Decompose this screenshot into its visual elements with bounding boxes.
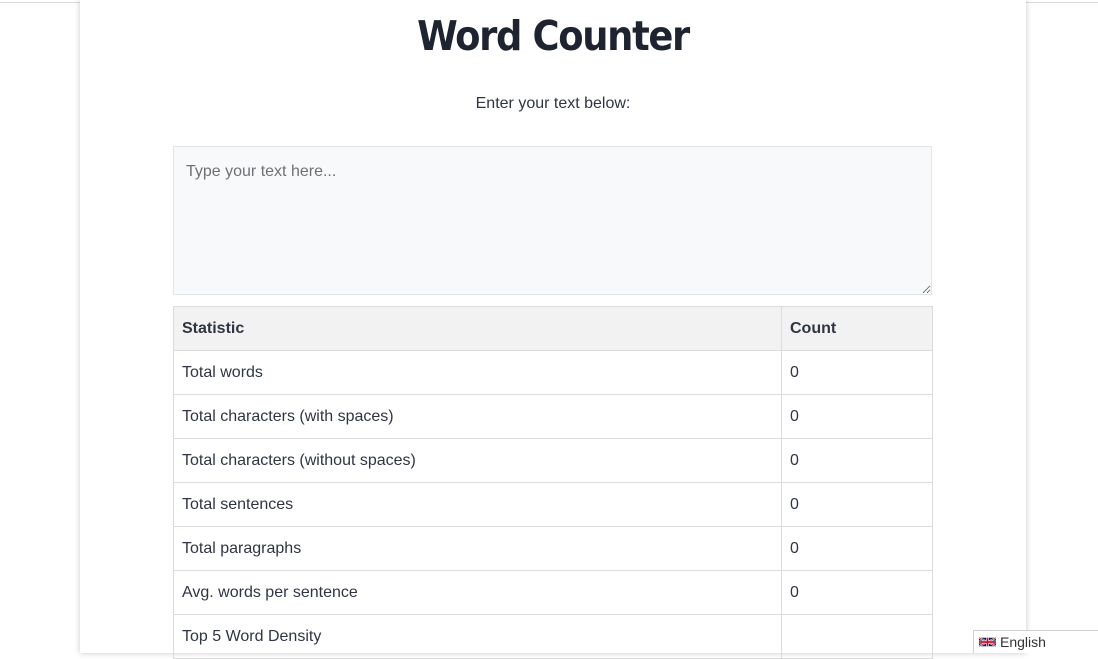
statistics-table: Statistic Count Total words 0 Total char… — [173, 306, 933, 659]
table-row: Total characters (with spaces) 0 — [173, 394, 933, 439]
table-row: Total sentences 0 — [173, 482, 933, 527]
statistic-label: Avg. words per sentence — [173, 570, 782, 615]
statistic-label: Total words — [173, 350, 782, 395]
table-row: Top 5 Word Density — [173, 614, 933, 659]
statistic-value: 0 — [781, 526, 933, 571]
statistic-label: Top 5 Word Density — [173, 614, 782, 659]
table-row: Total paragraphs 0 — [173, 526, 933, 571]
statistic-label: Total characters (without spaces) — [173, 438, 782, 483]
statistic-value — [781, 614, 933, 659]
content-card: Word Counter Enter your text below: Stat… — [80, 0, 1026, 659]
statistic-value: 0 — [781, 438, 933, 483]
language-selector[interactable]: English — [973, 630, 1098, 653]
statistic-value: 0 — [781, 482, 933, 527]
statistic-column-header: Statistic — [173, 306, 782, 351]
table-row: Total characters (without spaces) 0 — [173, 438, 933, 483]
uk-flag-icon — [979, 636, 996, 648]
statistic-value: 0 — [781, 570, 933, 615]
statistic-value: 0 — [781, 350, 933, 395]
statistic-value: 0 — [781, 394, 933, 439]
statistic-label: Total sentences — [173, 482, 782, 527]
table-header-row: Statistic Count — [173, 306, 933, 351]
language-label: English — [1000, 634, 1046, 650]
statistic-label: Total paragraphs — [173, 526, 782, 571]
table-row: Total words 0 — [173, 350, 933, 395]
text-input[interactable] — [173, 146, 932, 295]
count-column-header: Count — [781, 306, 933, 351]
table-row: Avg. words per sentence 0 — [173, 570, 933, 615]
statistic-label: Total characters (with spaces) — [173, 394, 782, 439]
page-title: Word Counter — [417, 12, 690, 60]
input-instruction: Enter your text below: — [475, 95, 631, 112]
